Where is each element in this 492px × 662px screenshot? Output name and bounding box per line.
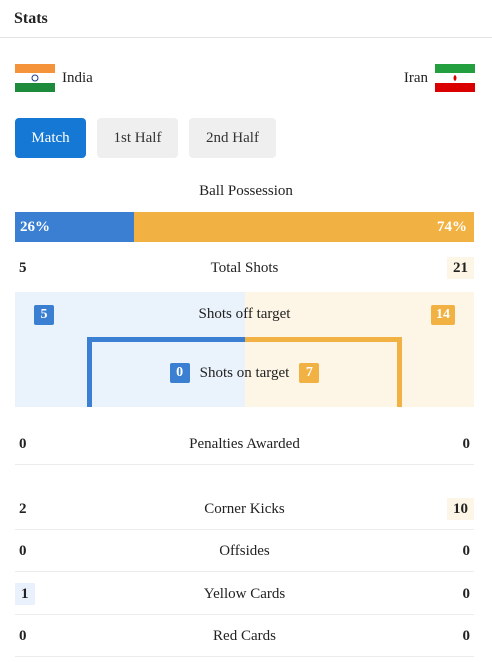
stat-label: Yellow Cards — [203, 585, 286, 602]
ball-possession-label: Ball Possession — [199, 183, 293, 199]
stat-home-value: 0 — [19, 435, 27, 452]
possession-away-value: 74% — [437, 218, 467, 235]
stat-away-value: 0 — [462, 627, 471, 644]
stat-label: Penalties Awarded — [189, 435, 300, 452]
away-team: Iran — [404, 64, 475, 92]
possession-bar: 26% 74% — [15, 212, 474, 242]
tab-2nd-half[interactable]: 2nd Half — [189, 118, 276, 158]
possession-home-segment: 26% — [15, 212, 135, 242]
shots-off-target-row: 5 14 — [34, 305, 455, 325]
stats-header: Stats — [0, 0, 492, 38]
stat-home-value: 1 — [15, 583, 35, 605]
india-flag-icon — [15, 64, 55, 92]
page-title: Stats — [14, 9, 48, 27]
home-team: India — [15, 64, 93, 92]
home-team-name: India — [62, 69, 93, 86]
shots-on-target-label: Shots on target — [199, 364, 290, 381]
stat-home-value: 0 — [19, 542, 27, 559]
tab-1st-half[interactable]: 1st Half — [97, 118, 178, 158]
shots-off-target-home: 5 — [34, 305, 54, 325]
stat-row: 1 Yellow Cards 0 — [15, 582, 474, 606]
possession-home-value: 26% — [20, 218, 50, 235]
teams-row: India Iran — [15, 62, 475, 94]
stat-home-value: 2 — [19, 500, 27, 517]
shots-on-target-home: 0 — [169, 363, 190, 383]
stat-away-value: 0 — [462, 435, 471, 452]
shots-off-target-away: 14 — [431, 305, 455, 325]
total-shots-label: Total Shots — [210, 259, 279, 276]
iran-flag-icon — [435, 64, 475, 92]
stat-row: 0 Penalties Awarded 0 — [15, 432, 474, 456]
period-tabs: Match 1st Half 2nd Half — [15, 118, 276, 158]
stat-row: 2 Corner Kicks 10 — [15, 497, 474, 521]
row-divider — [15, 571, 474, 572]
stat-away-value: 10 — [447, 498, 474, 520]
stat-row: 0 Offsides 0 — [15, 539, 474, 563]
stat-away-value: 0 — [462, 542, 471, 559]
total-shots-home: 5 — [19, 259, 27, 276]
stat-home-value: 0 — [19, 627, 27, 644]
possession-away-segment: 74% — [134, 212, 474, 242]
stat-label: Corner Kicks — [204, 500, 285, 517]
shots-on-target-away: 7 — [299, 363, 320, 383]
row-divider — [15, 614, 474, 615]
shots-on-target-row: 0 Shots on target 7 — [15, 363, 474, 383]
away-team-name: Iran — [403, 69, 428, 86]
shots-panel: Shots off target 5 14 0 Shots on target … — [15, 292, 474, 407]
stat-away-value: 0 — [462, 585, 471, 602]
row-divider — [15, 529, 474, 530]
stat-row: 0 Red Cards 0 — [15, 624, 474, 648]
total-shots-row: 5 Total Shots 21 — [15, 256, 474, 280]
row-divider — [15, 656, 474, 657]
row-divider — [15, 464, 474, 465]
tab-match[interactable]: Match — [15, 118, 86, 158]
total-shots-away: 21 — [447, 257, 474, 279]
stat-label: Offsides — [219, 542, 270, 559]
stat-label: Red Cards — [213, 627, 276, 644]
